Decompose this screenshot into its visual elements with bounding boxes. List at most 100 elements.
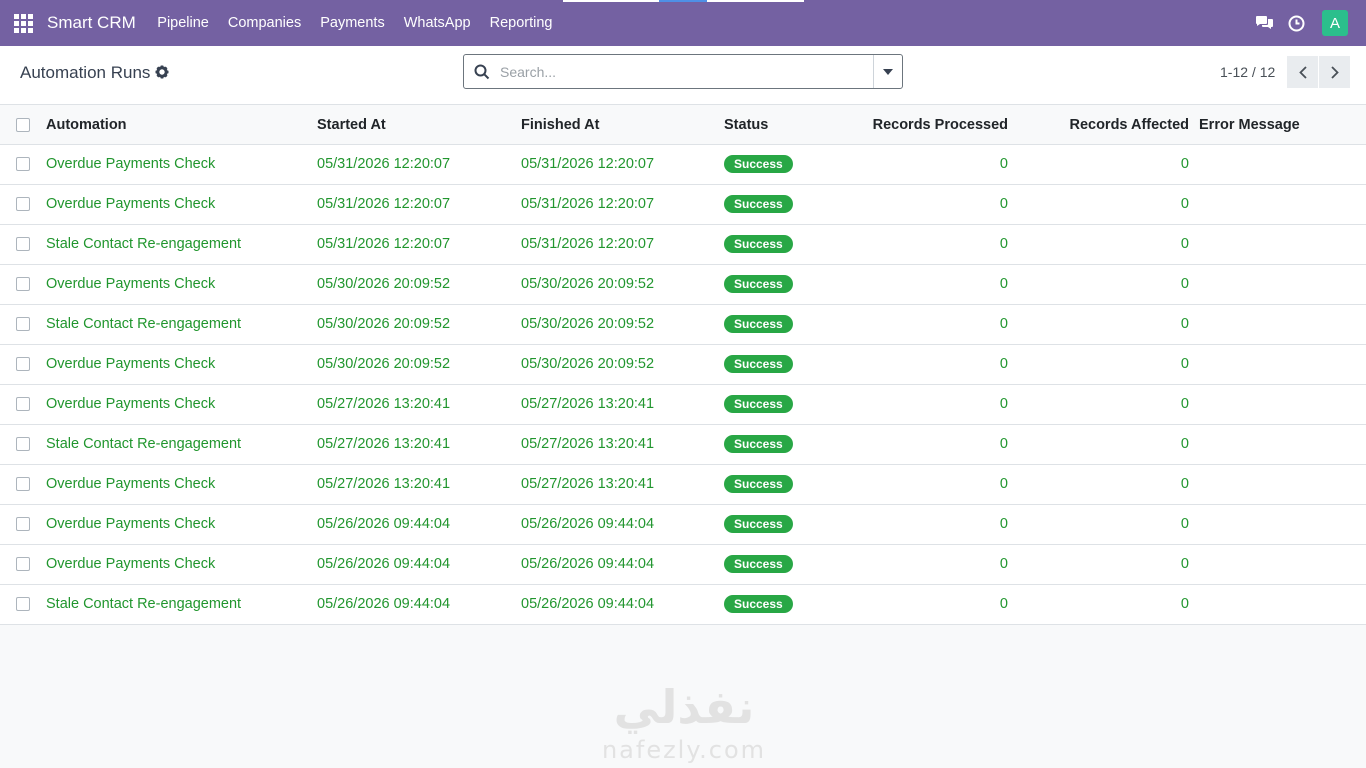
cell-automation[interactable]: Overdue Payments Check: [46, 504, 317, 545]
cell-started-at: 05/31/2026 12:20:07: [317, 144, 521, 185]
search-input[interactable]: [500, 56, 873, 87]
status-badge: Success: [724, 194, 793, 213]
table-row[interactable]: Overdue Payments Check 05/30/2026 20:09:5…: [0, 264, 1366, 305]
cell-automation[interactable]: Overdue Payments Check: [46, 464, 317, 505]
cell-automation[interactable]: Overdue Payments Check: [46, 144, 317, 185]
column-header-records-processed[interactable]: Records Processed: [844, 106, 1008, 145]
pager-next-button[interactable]: [1319, 56, 1350, 88]
table-row[interactable]: Overdue Payments Check 05/31/2026 12:20:0…: [0, 184, 1366, 225]
user-avatar[interactable]: A: [1322, 10, 1348, 36]
cell-automation[interactable]: Stale Contact Re-engagement: [46, 304, 317, 345]
search-bar: [463, 54, 903, 89]
cell-records-processed: 0: [844, 264, 1008, 305]
cell-records-processed: 0: [844, 344, 1008, 385]
row-checkbox[interactable]: [16, 517, 30, 532]
cell-records-processed: 0: [844, 424, 1008, 465]
nav-whatsapp[interactable]: WhatsApp: [394, 15, 480, 31]
cell-records-affected: 0: [1008, 584, 1189, 625]
row-checkbox[interactable]: [16, 277, 30, 292]
cell-automation[interactable]: Overdue Payments Check: [46, 344, 317, 385]
column-header-records-affected[interactable]: Records Affected: [1008, 106, 1189, 145]
column-header-error-message[interactable]: Error Message: [1189, 106, 1366, 145]
table-row[interactable]: Stale Contact Re-engagement 05/31/2026 12…: [0, 224, 1366, 265]
cell-records-processed: 0: [844, 584, 1008, 625]
nav-pipeline[interactable]: Pipeline: [148, 15, 219, 31]
cell-started-at: 05/30/2026 20:09:52: [317, 344, 521, 385]
top-navbar: Smart CRM Pipeline Companies Payments Wh…: [0, 0, 1366, 46]
table-row[interactable]: Stale Contact Re-engagement 05/27/2026 13…: [0, 424, 1366, 465]
cell-error-message: [1189, 544, 1366, 585]
table-row[interactable]: Overdue Payments Check 05/26/2026 09:44:0…: [0, 544, 1366, 585]
status-badge: Success: [724, 474, 793, 493]
cell-status: Success: [724, 504, 844, 545]
cell-automation[interactable]: Stale Contact Re-engagement: [46, 584, 317, 625]
cell-records-affected: 0: [1008, 344, 1189, 385]
cell-finished-at: 05/31/2026 12:20:07: [521, 144, 724, 185]
apps-menu-button[interactable]: [0, 0, 46, 46]
table-row[interactable]: Overdue Payments Check 05/26/2026 09:44:0…: [0, 504, 1366, 545]
cell-automation[interactable]: Overdue Payments Check: [46, 184, 317, 225]
column-header-status[interactable]: Status: [724, 106, 844, 145]
clock-icon[interactable]: [1286, 13, 1306, 33]
cell-automation[interactable]: Overdue Payments Check: [46, 384, 317, 425]
cell-automation[interactable]: Stale Contact Re-engagement: [46, 424, 317, 465]
cell-automation[interactable]: Stale Contact Re-engagement: [46, 224, 317, 265]
cell-started-at: 05/27/2026 13:20:41: [317, 424, 521, 465]
column-header-automation[interactable]: Automation: [46, 106, 317, 145]
cell-records-processed: 0: [844, 464, 1008, 505]
table-row[interactable]: Stale Contact Re-engagement 05/30/2026 20…: [0, 304, 1366, 345]
cell-records-processed: 0: [844, 224, 1008, 265]
cell-automation[interactable]: Overdue Payments Check: [46, 544, 317, 585]
cell-status: Success: [724, 584, 844, 625]
status-badge: Success: [724, 514, 793, 533]
cell-status: Success: [724, 464, 844, 505]
cell-started-at: 05/27/2026 13:20:41: [317, 384, 521, 425]
cell-records-processed: 0: [844, 184, 1008, 225]
pager-previous-button[interactable]: [1287, 56, 1318, 88]
row-checkbox[interactable]: [16, 157, 30, 172]
cell-records-affected: 0: [1008, 464, 1189, 505]
cell-records-affected: 0: [1008, 424, 1189, 465]
row-checkbox[interactable]: [16, 237, 30, 252]
table-row[interactable]: Overdue Payments Check 05/31/2026 12:20:0…: [0, 144, 1366, 185]
nav-payments[interactable]: Payments: [311, 15, 394, 31]
nav-reporting[interactable]: Reporting: [480, 15, 562, 31]
app-brand[interactable]: Smart CRM: [47, 13, 136, 33]
table-row[interactable]: Overdue Payments Check 05/30/2026 20:09:5…: [0, 344, 1366, 385]
pager-value[interactable]: 1-12 / 12: [1220, 64, 1275, 80]
row-checkbox[interactable]: [16, 357, 30, 372]
search-options-toggle[interactable]: [873, 55, 902, 88]
chevron-left-icon: [1298, 65, 1307, 79]
table-row[interactable]: Overdue Payments Check 05/27/2026 13:20:4…: [0, 384, 1366, 425]
row-checkbox[interactable]: [16, 477, 30, 492]
cell-error-message: [1189, 264, 1366, 305]
search-icon: [464, 55, 500, 88]
row-checkbox[interactable]: [16, 557, 30, 572]
cell-started-at: 05/26/2026 09:44:04: [317, 584, 521, 625]
status-badge: Success: [724, 554, 793, 573]
column-header-started-at[interactable]: Started At: [317, 106, 521, 145]
row-checkbox[interactable]: [16, 197, 30, 212]
cell-records-affected: 0: [1008, 384, 1189, 425]
table-row[interactable]: Stale Contact Re-engagement 05/26/2026 09…: [0, 584, 1366, 625]
row-checkbox[interactable]: [16, 437, 30, 452]
cell-error-message: [1189, 504, 1366, 545]
nav-companies[interactable]: Companies: [218, 15, 310, 31]
chat-icon[interactable]: [1254, 13, 1274, 33]
cell-error-message: [1189, 304, 1366, 345]
cell-records-processed: 0: [844, 144, 1008, 185]
cell-status: Success: [724, 224, 844, 265]
cell-finished-at: 05/27/2026 13:20:41: [521, 384, 724, 425]
select-all-checkbox[interactable]: [16, 117, 30, 132]
row-checkbox[interactable]: [16, 397, 30, 412]
cell-finished-at: 05/26/2026 09:44:04: [521, 504, 724, 545]
cell-automation[interactable]: Overdue Payments Check: [46, 264, 317, 305]
table-row[interactable]: Overdue Payments Check 05/27/2026 13:20:4…: [0, 464, 1366, 505]
cell-finished-at: 05/26/2026 09:44:04: [521, 544, 724, 585]
cell-started-at: 05/30/2026 20:09:52: [317, 304, 521, 345]
chevron-right-icon: [1330, 65, 1339, 79]
row-checkbox[interactable]: [16, 597, 30, 612]
row-checkbox[interactable]: [16, 317, 30, 332]
gear-icon[interactable]: [155, 65, 171, 81]
column-header-finished-at[interactable]: Finished At: [521, 106, 724, 145]
